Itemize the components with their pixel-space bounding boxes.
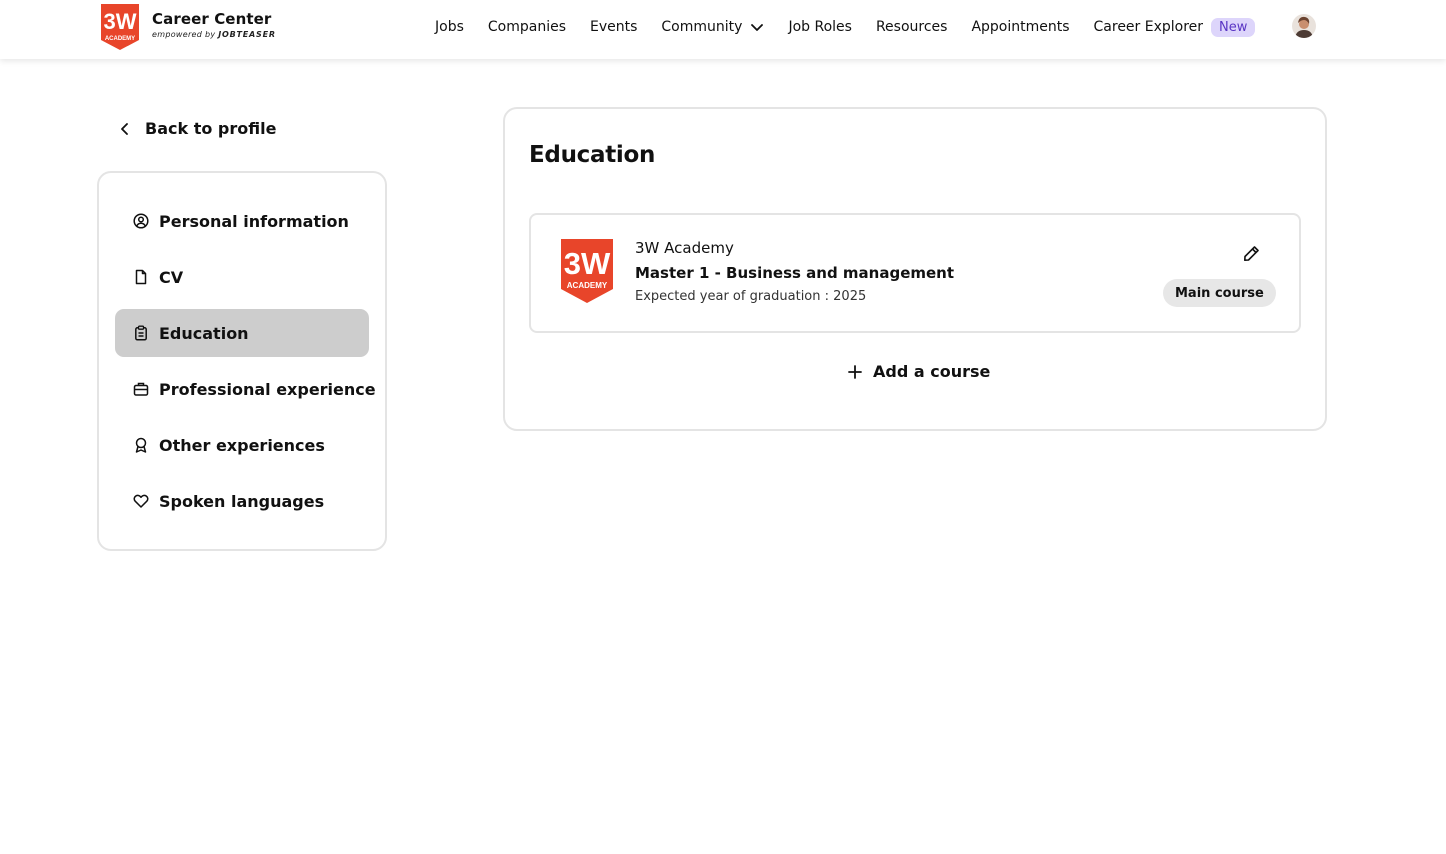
sidebar-item-label: Professional experience [159,379,376,399]
user-avatar[interactable] [1292,14,1316,38]
brand-text: Career Center empowered by JOBTEASER [152,10,276,39]
nav-resources-label: Resources [875,19,948,35]
logo-text-bottom: ACADEMY [105,36,135,42]
main-nav: Jobs Companies Events Community Job Role… [435,0,1256,54]
briefcase-icon [133,382,149,396]
pencil-icon[interactable] [1243,245,1260,262]
nav-events[interactable]: Events [590,19,637,35]
nav-jobs[interactable]: Jobs [435,19,464,35]
nav-community[interactable]: Community [661,19,764,35]
sidebar-item-other-experiences[interactable]: Other experiences [115,421,369,469]
education-card: Education 3W ACADEMY 3W Academy Master 1… [503,107,1327,431]
add-course-label: Add a course [873,362,991,381]
nav-appointments[interactable]: Appointments [971,19,1069,35]
sidebar-item-cv[interactable]: CV [115,253,369,301]
nav-resources[interactable]: Resources [876,19,948,35]
sidebar-item-professional-experience[interactable]: Professional experience [115,365,376,413]
sidebar-item-label: Personal information [159,211,349,231]
nav-appointments-label: Appointments [971,19,1070,35]
avatar-icon [1292,14,1316,38]
plus-icon [848,364,862,379]
school-logo-text-top: 3W [564,246,611,281]
sidebar-item-label: Other experiences [159,435,325,455]
clipboard-icon [135,325,147,341]
file-icon [135,269,147,285]
brand-sub-brand: JOBTEASER [218,30,276,39]
nav-events-label: Events [590,19,638,35]
course-item: 3W ACADEMY 3W Academy Master 1 - Busines… [529,213,1301,333]
brand[interactable]: 3W ACADEMY Career Center empowered by JO… [100,4,276,50]
award-icon [135,437,147,453]
sidebar-item-label: CV [159,267,184,287]
nav-companies-label: Companies [487,19,566,35]
sidebar-item-personal-information[interactable]: Personal information [115,197,369,245]
main-course-badge: Main course [1163,279,1276,307]
degree-name: Master 1 - Business and management [635,264,955,282]
nav-job-roles[interactable]: Job Roles [788,19,852,35]
back-to-profile-label: Back to profile [145,119,277,138]
nav-job-roles-label: Job Roles [788,19,852,35]
sidebar-item-spoken-languages[interactable]: Spoken languages [115,477,369,525]
profile-sections-sidebar: Personal information CV Education Profes… [97,171,387,551]
nav-community-label: Community [661,19,743,35]
back-to-profile-link[interactable]: Back to profile [118,119,276,138]
heart-icon [133,494,149,508]
nav-career-explorer-label: Career Explorer [1093,19,1204,35]
nav-companies[interactable]: Companies [488,19,566,35]
brand-title: Career Center [152,10,272,28]
sidebar-item-label: Spoken languages [159,491,325,511]
sidebar-item-education[interactable]: Education [115,309,369,357]
3w-academy-logo: 3W ACADEMY [101,4,139,50]
user-circle-icon [133,213,149,229]
nav-career-explorer[interactable]: Career Explorer New [1093,17,1256,37]
graduation-year: Expected year of graduation : 2025 [635,289,867,304]
school-logo-text-bottom: ACADEMY [567,281,608,290]
school-name: 3W Academy [635,239,734,257]
nav-jobs-label: Jobs [435,19,464,35]
brand-sub-prefix: empowered by [152,30,216,39]
add-course-button[interactable]: Add a course [847,362,990,381]
sidebar-item-label: Education [159,323,249,343]
school-logo: 3W ACADEMY [561,239,613,303]
logo-text-top: 3W [104,9,137,34]
chevron-down-icon [751,24,764,31]
page-title: Education [529,142,656,168]
top-navigation-bar: 3W ACADEMY Career Center empowered by JO… [0,0,1446,59]
new-badge: New [1211,17,1256,37]
brand-subtitle: empowered by JOBTEASER [152,30,276,39]
chevron-left-icon [121,122,128,135]
